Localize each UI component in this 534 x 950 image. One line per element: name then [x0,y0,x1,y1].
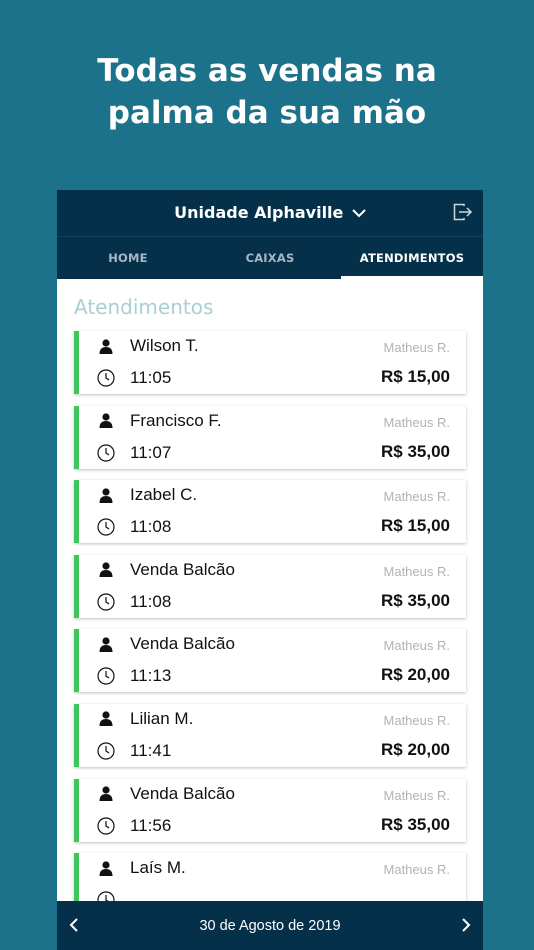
customer-name: Wilson T. [130,336,199,355]
sale-row-customer: Laís M. Matheus R. [79,853,466,883]
sale-row-time: 11:05 R$ 15,00 [79,363,466,393]
person-icon [96,784,116,804]
clock-icon [96,592,116,612]
customer-name: Venda Balcão [130,559,235,579]
tab-caixas[interactable]: CAIXAS [199,237,341,279]
sale-row-time: 11:08 R$ 35,00 [79,587,466,617]
customer-name: Francisco F. [130,410,222,430]
date-navigator: 30 de Agosto de 2019 [57,901,483,950]
sale-row-time: 11:07 R$ 35,00 [79,438,466,468]
sale-row-customer: Francisco F. Matheus R. [79,406,466,436]
sale-amount: R$ 15,00 [381,516,450,536]
person-icon [96,411,116,431]
sale-card[interactable]: Francisco F. Matheus R. 11:07 R$ 35,00 [74,405,466,469]
promo-headline: Todas as vendas na palma da sua mão [0,50,534,134]
chevron-down-icon [352,205,366,223]
tab-home[interactable]: HOME [57,237,199,279]
seller-name: Matheus R. [383,489,450,505]
sale-card[interactable]: Lilian M. Matheus R. 11:41 R$ 20,00 [74,703,466,767]
person-icon [96,634,116,654]
sale-card[interactable]: Wilson T. Matheus R. 11:05 R$ 15,00 [74,331,466,394]
sale-card[interactable]: Venda Balcão Matheus R. 11:08 R$ 35,00 [74,554,466,618]
sale-row-time: 11:13 R$ 20,00 [79,661,466,691]
clock-icon [96,666,116,686]
person-icon [96,336,116,356]
clock-icon [96,443,116,463]
section-title: Atendimentos [74,295,214,319]
tab-atendimentos[interactable]: ATENDIMENTOS [341,237,483,279]
chevron-right-icon[interactable] [461,917,471,933]
sale-time: 11:56 [130,815,172,835]
sale-row-time: 11:08 R$ 15,00 [79,512,466,542]
person-icon [96,858,116,878]
sale-row-time: 11:56 R$ 35,00 [79,811,466,841]
customer-name: Venda Balcão [130,783,235,803]
customer-name: Lilian M. [130,708,194,728]
unit-title: Unidade Alphaville [174,203,344,222]
clock-icon [96,517,116,537]
seller-name: Matheus R. [383,787,450,803]
person-icon [96,709,116,729]
unit-selector[interactable]: Unidade Alphaville [174,203,366,223]
seller-name: Matheus R. [383,712,450,728]
sale-time: 11:08 [130,517,172,537]
sale-card[interactable]: Venda Balcão Matheus R. 11:13 R$ 20,00 [74,629,466,693]
clock-icon [96,816,116,836]
sale-amount: R$ 15,00 [381,367,450,386]
sale-time: 11:07 [130,442,172,462]
seller-name: Matheus R. [383,340,450,355]
sale-row-customer: Wilson T. Matheus R. [79,331,466,361]
sale-row-customer: Lilian M. Matheus R. [79,704,466,734]
headline-line-1: Todas as vendas na [97,53,437,89]
person-icon [96,560,116,580]
headline-line-2: palma da sua mão [107,95,427,131]
clock-icon [96,741,116,761]
sale-row-time: 11:41 R$ 20,00 [79,736,466,766]
sale-time: 11:13 [130,666,172,686]
sale-amount: R$ 20,00 [381,739,450,759]
tab-bar: HOME CAIXAS ATENDIMENTOS [57,236,483,279]
seller-name: Matheus R. [383,862,450,878]
sale-row-customer: Venda Balcão Matheus R. [79,555,466,585]
current-date: 30 de Agosto de 2019 [199,917,341,934]
sale-amount: R$ 20,00 [381,665,450,685]
clock-icon [96,368,116,388]
sale-row-customer: Izabel C. Matheus R. [79,480,466,510]
sale-time: 11:05 [130,368,172,387]
sale-time: 11:41 [130,740,172,760]
sale-amount: R$ 35,00 [381,441,450,461]
sale-amount: R$ 35,00 [381,590,450,610]
chevron-left-icon[interactable] [69,917,79,933]
logout-icon[interactable] [453,203,473,221]
person-icon [96,485,116,505]
seller-name: Matheus R. [383,414,450,430]
customer-name: Izabel C. [130,485,198,505]
sales-list: Wilson T. Matheus R. 11:05 R$ 15,00 Francisc… [57,331,483,917]
sale-amount: R$ 35,00 [381,814,450,834]
sale-row-customer: Venda Balcão Matheus R. [79,629,466,659]
sale-time: 11:08 [130,591,172,611]
customer-name: Laís M. [130,858,186,878]
seller-name: Matheus R. [383,563,450,579]
app-screen: Unidade Alphaville HOME CAIXAS ATENDIMEN… [57,190,483,950]
customer-name: Venda Balcão [130,634,235,654]
sale-card[interactable]: Venda Balcão Matheus R. 11:56 R$ 35,00 [74,778,466,842]
sale-card[interactable]: Izabel C. Matheus R. 11:08 R$ 15,00 [74,480,466,544]
seller-name: Matheus R. [383,638,450,654]
sale-row-customer: Venda Balcão Matheus R. [79,779,466,809]
app-header: Unidade Alphaville [57,190,483,236]
